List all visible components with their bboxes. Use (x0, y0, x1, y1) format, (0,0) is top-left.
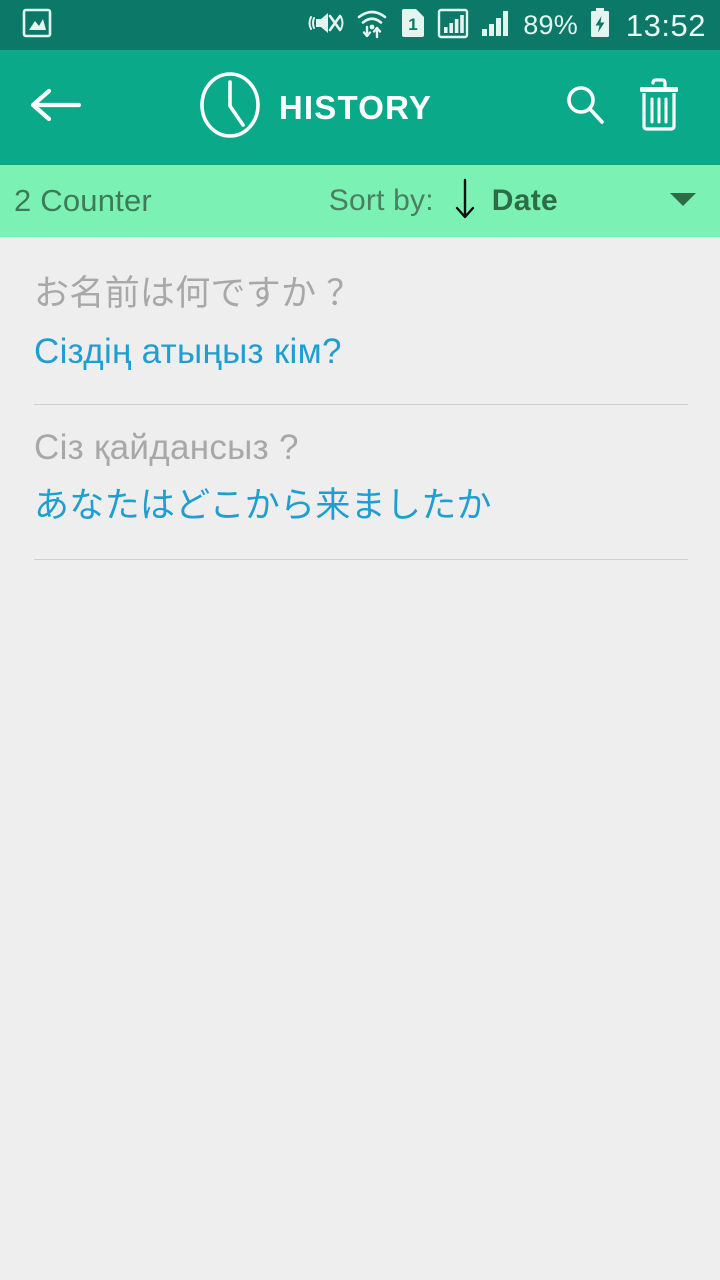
back-button[interactable] (22, 85, 88, 130)
history-target-text: あなたはどこから来ましたか (34, 486, 492, 526)
wifi-transfer-icon (355, 6, 389, 45)
status-bar-system-icons: 1 89% 13:52 (306, 6, 706, 45)
history-source-text: Сіз қайдансыз ? (34, 428, 299, 468)
trash-icon (635, 78, 683, 137)
page-title: HISTORY (278, 88, 433, 126)
clock-time-label: 13:52 (625, 7, 706, 43)
signal-boxed-icon (437, 7, 469, 44)
app-root: 1 89% 13:52 HISTORY 2 Counter Sort by: D… (0, 0, 720, 1280)
sort-control-group: Sort by: Date (329, 176, 698, 227)
list-divider (34, 558, 688, 560)
vibrate-mute-icon (306, 7, 344, 44)
sort-value-label[interactable]: Date (492, 184, 558, 218)
sim-one-icon: 1 (400, 7, 426, 44)
history-list-item[interactable]: お名前は何ですか ？ Сіздің атыңыз кім? (0, 251, 720, 406)
sort-by-label: Sort by: (328, 184, 434, 217)
status-bar: 1 89% 13:52 (0, 0, 720, 50)
search-icon (562, 82, 608, 133)
sort-direction-toggle[interactable] (452, 176, 478, 227)
arrow-down-icon (452, 176, 478, 227)
history-list-item[interactable]: Сіз қайдансыз ? あなたはどこから来ましたか (0, 405, 720, 560)
delete-history-button[interactable] (622, 78, 696, 137)
action-bar-title-group: HISTORY (82, 70, 548, 145)
history-list: お名前は何ですか ？ Сіздің атыңыз кім? Сіз қайдан… (0, 237, 720, 560)
battery-charging-icon (589, 7, 611, 44)
history-target-text: Сіздің атыңыз кім? (34, 331, 342, 371)
action-bar: HISTORY (0, 50, 720, 165)
image-photo-icon (22, 7, 52, 44)
history-counter-label: 2 Counter (14, 183, 152, 218)
sort-bar: 2 Counter Sort by: Date (0, 165, 720, 237)
svg-text:1: 1 (409, 15, 418, 34)
signal-bars-icon (480, 7, 512, 44)
status-bar-notifications (22, 7, 52, 44)
sort-dropdown-button[interactable] (668, 190, 698, 213)
caret-down-icon (668, 190, 698, 213)
battery-percent-label: 89% (523, 9, 578, 40)
clock-icon (198, 70, 262, 145)
back-arrow-icon (27, 85, 83, 130)
history-source-text: お名前は何ですか ？ (34, 274, 362, 313)
search-button[interactable] (548, 82, 622, 133)
